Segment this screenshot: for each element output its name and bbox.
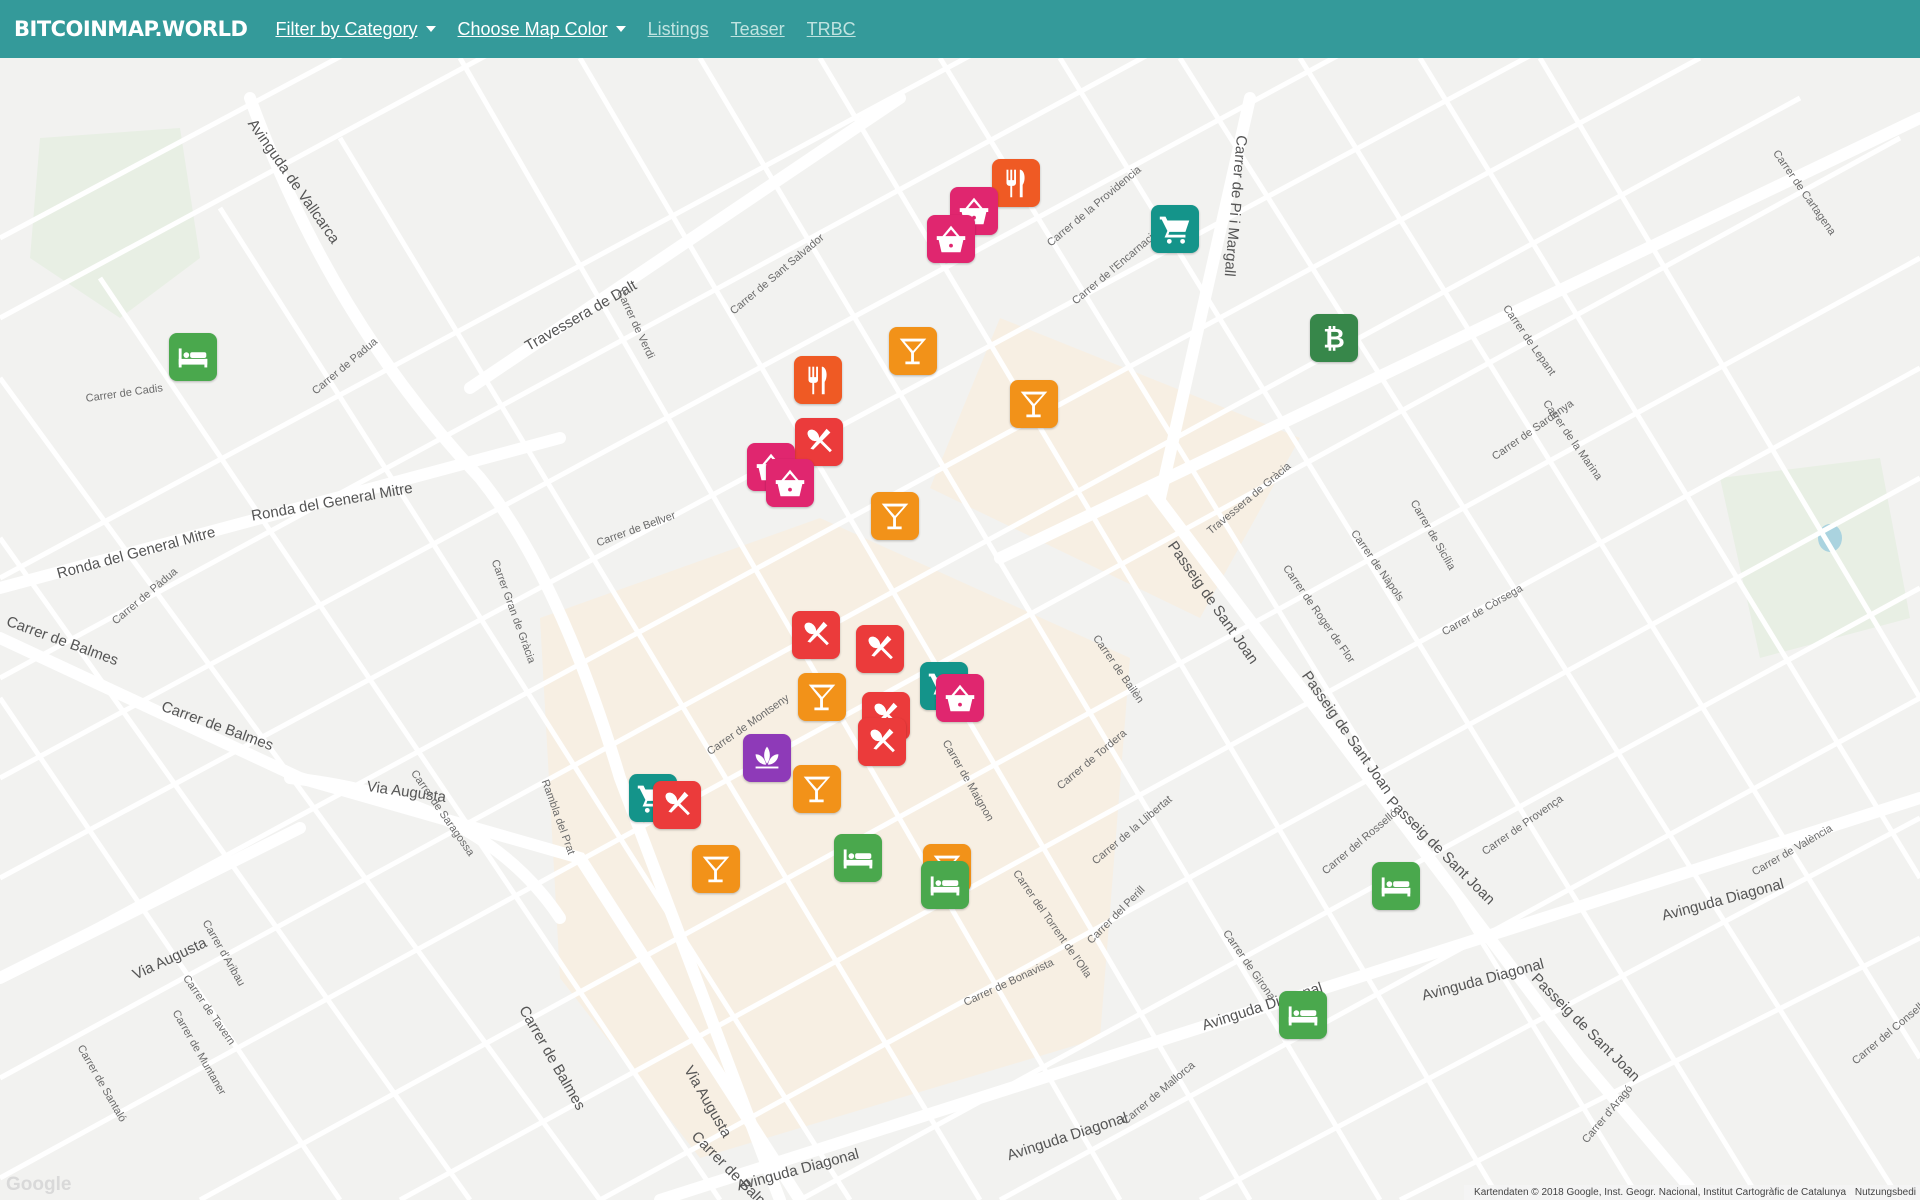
trbc-link[interactable]: TRBC	[807, 19, 856, 40]
map-marker-bitcoin[interactable]: ₿	[1310, 314, 1358, 362]
filter-by-category-dropdown[interactable]: Filter by Category	[275, 19, 435, 40]
basket-icon	[932, 220, 970, 258]
lotus-icon	[748, 739, 786, 777]
map-marker-restaurant[interactable]	[992, 159, 1040, 207]
basket-icon	[771, 464, 809, 502]
map-marker-cafe[interactable]	[858, 718, 906, 766]
map-marker-bar[interactable]	[793, 765, 841, 813]
map-marker-grocery[interactable]	[1151, 205, 1199, 253]
map-marker-lodging[interactable]	[1279, 991, 1327, 1039]
map-marker-wellness[interactable]	[743, 734, 791, 782]
map-marker-bar[interactable]	[1010, 380, 1058, 428]
bitcoin-icon: ₿	[1315, 319, 1353, 357]
listings-link[interactable]: Listings	[648, 19, 709, 40]
map-marker-lodging[interactable]	[169, 333, 217, 381]
bed-icon	[926, 866, 964, 904]
spoon-knife-icon	[863, 723, 901, 761]
map-marker-shopping[interactable]	[927, 215, 975, 263]
spoon-knife-icon	[797, 616, 835, 654]
map-canvas[interactable]: Avinguda de Vallcarca Travessera de Dalt R…	[0, 58, 1920, 1200]
map-marker-cafe[interactable]	[653, 781, 701, 829]
map-marker-shopping[interactable]	[936, 674, 984, 722]
bed-icon	[1377, 867, 1415, 905]
bed-icon	[1284, 996, 1322, 1034]
cocktail-icon	[697, 850, 735, 888]
brand-logo[interactable]: BITCOINMAP.WORLD	[14, 17, 248, 41]
terms-link[interactable]: Nutzungsbedi	[1855, 1187, 1916, 1198]
map-marker-lodging[interactable]	[834, 834, 882, 882]
map-marker-bar[interactable]	[798, 673, 846, 721]
map-marker-shopping[interactable]	[766, 459, 814, 507]
spoon-knife-icon	[658, 786, 696, 824]
fork-knife-icon	[799, 361, 837, 399]
cocktail-icon	[798, 770, 836, 808]
map-attribution: Kartendaten © 2018 Google, Inst. Geogr. …	[1464, 1185, 1920, 1200]
google-logo: Google	[6, 1174, 72, 1195]
map-marker-cafe[interactable]	[792, 611, 840, 659]
spoon-knife-icon	[861, 630, 899, 668]
choose-map-color-dropdown[interactable]: Choose Map Color	[458, 19, 626, 40]
svg-text:₿: ₿	[1323, 324, 1345, 355]
cocktail-icon	[1015, 385, 1053, 423]
top-navbar: BITCOINMAP.WORLD Filter by Category Choo…	[0, 0, 1920, 58]
map-marker-lodging[interactable]	[921, 861, 969, 909]
map-marker-lodging[interactable]	[1372, 862, 1420, 910]
teaser-link[interactable]: Teaser	[731, 19, 785, 40]
fork-knife-icon	[997, 164, 1035, 202]
cart-icon	[1156, 210, 1194, 248]
bed-icon	[174, 338, 212, 376]
basket-icon	[941, 679, 979, 717]
attribution-text: Kartendaten © 2018 Google, Inst. Geogr. …	[1474, 1187, 1847, 1198]
bed-icon	[839, 839, 877, 877]
cocktail-icon	[876, 497, 914, 535]
cocktail-icon	[803, 678, 841, 716]
spoon-knife-icon	[800, 423, 838, 461]
map-marker-bar[interactable]	[871, 492, 919, 540]
map-marker-bar[interactable]	[889, 327, 937, 375]
map-marker-restaurant[interactable]	[794, 356, 842, 404]
map-marker-cafe[interactable]	[856, 625, 904, 673]
cocktail-icon	[894, 332, 932, 370]
map-marker-bar[interactable]	[692, 845, 740, 893]
